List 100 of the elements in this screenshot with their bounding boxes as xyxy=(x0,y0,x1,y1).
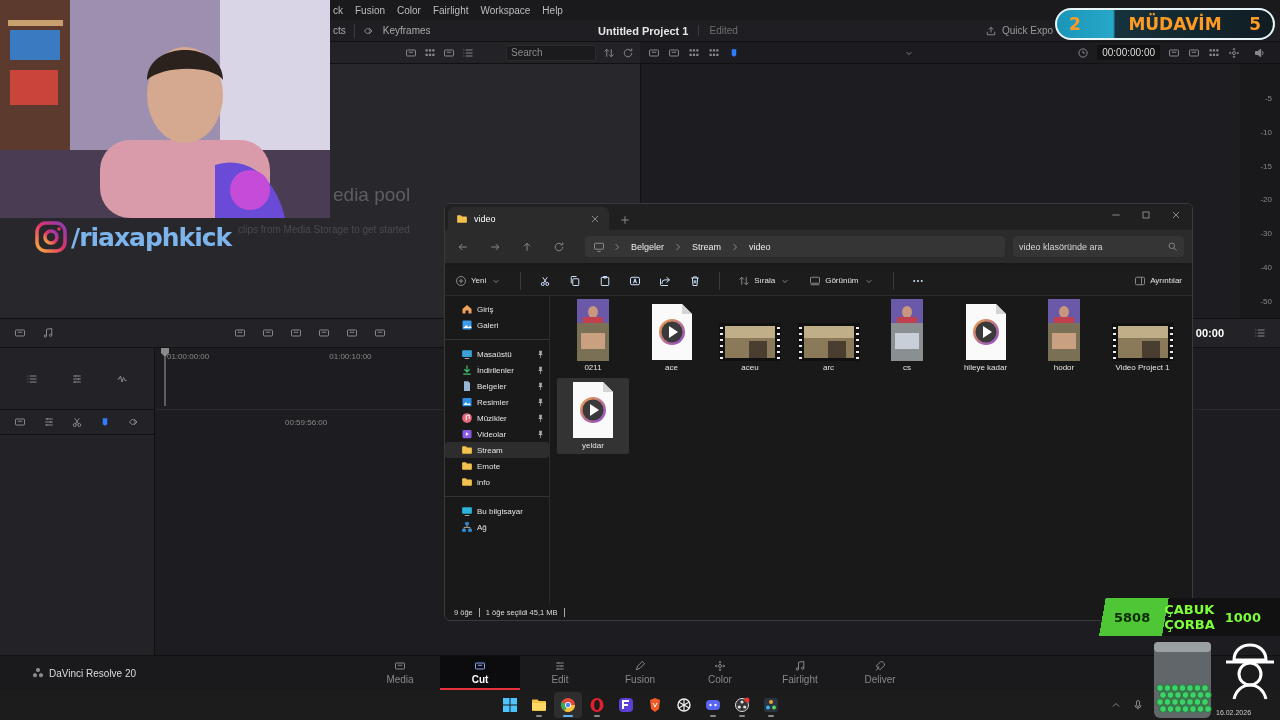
maximize-icon[interactable] xyxy=(1140,209,1152,221)
page-tab[interactable]: Media xyxy=(360,656,440,690)
file-tile[interactable]: aceu xyxy=(714,300,786,376)
command-button[interactable]: Sırala xyxy=(738,274,792,287)
file-tile[interactable]: yeldar xyxy=(557,378,629,454)
video-file-icon xyxy=(649,303,694,361)
split-icon[interactable] xyxy=(42,416,55,428)
frame-icon[interactable] xyxy=(668,46,680,59)
sidebar-item[interactable]: Ağ xyxy=(445,519,549,535)
sync-icon[interactable] xyxy=(622,46,634,59)
thumbnail-view-icon[interactable] xyxy=(405,46,417,59)
edit-tool-icon[interactable] xyxy=(234,327,246,339)
sliders-icon[interactable] xyxy=(71,372,83,385)
clock-icon xyxy=(1077,46,1090,59)
sidebar-item[interactable]: Emote xyxy=(445,458,549,474)
breadcrumb[interactable]: Belgeler xyxy=(629,241,667,252)
file-tile[interactable]: Video Project 1 xyxy=(1106,300,1179,376)
strip-view-icon[interactable] xyxy=(443,46,455,59)
refresh-icon[interactable] xyxy=(553,240,565,253)
grid-icon[interactable] xyxy=(688,46,700,59)
file-tile[interactable]: hodor xyxy=(1028,300,1100,376)
toolbar-tab[interactable]: cts xyxy=(333,25,346,36)
pen-icon xyxy=(634,659,646,672)
keyframes-icon[interactable] xyxy=(127,416,140,428)
page-tab[interactable]: Deliver xyxy=(840,656,920,690)
taskbar-button[interactable] xyxy=(553,692,582,718)
breadcrumb[interactable]: Stream xyxy=(690,241,724,252)
sidebar-item[interactable]: Masaüstü xyxy=(445,346,549,362)
speaker-icon[interactable] xyxy=(1254,46,1266,59)
page-tab[interactable]: Color xyxy=(680,656,760,690)
page-tab[interactable]: Edit xyxy=(520,656,600,690)
copy-icon[interactable] xyxy=(569,274,582,287)
address-bar[interactable]: Belgeler Stream video xyxy=(585,236,1005,257)
close-icon[interactable] xyxy=(1170,209,1182,221)
sidebar-item[interactable]: Videolar xyxy=(445,426,549,442)
grid-icon[interactable] xyxy=(424,46,436,59)
sidebar-item[interactable]: Bu bilgisayar xyxy=(445,503,549,519)
edit-tool-icon[interactable] xyxy=(290,327,302,339)
search-field[interactable]: Search xyxy=(506,44,596,61)
app-name: DaVinci Resolve 20 xyxy=(49,667,137,679)
insert-clip-icon[interactable] xyxy=(14,327,26,339)
sidebar-item[interactable]: Stream xyxy=(445,442,549,458)
color-wheel-icon[interactable] xyxy=(1228,46,1240,59)
project-status: Edited xyxy=(698,25,738,36)
new-tab-icon[interactable] xyxy=(619,214,631,226)
menu-item[interactable]: Fairlight xyxy=(432,4,469,16)
edit-tool-icon[interactable] xyxy=(262,327,274,339)
up-arrow-icon[interactable] xyxy=(521,240,533,253)
sidebar-item[interactable]: Belgeler xyxy=(445,378,549,394)
sidebar-item[interactable]: Galeri xyxy=(445,317,549,333)
upload-icon[interactable] xyxy=(985,24,997,37)
share-icon[interactable] xyxy=(659,274,672,287)
file-tile[interactable]: ace xyxy=(635,300,708,376)
menu-item[interactable]: Help xyxy=(542,4,563,16)
file-tile[interactable]: hileye kadar xyxy=(949,300,1022,376)
clipboard-icon[interactable] xyxy=(599,274,612,287)
search-field[interactable]: video klasöründe ara xyxy=(1013,236,1184,257)
menu-item[interactable]: Workspace xyxy=(480,4,531,16)
window-tab[interactable]: video xyxy=(448,207,609,230)
file-tile[interactable]: arc xyxy=(792,300,865,376)
command-button[interactable]: Yeni xyxy=(455,274,503,287)
edit-tool-icon[interactable] xyxy=(374,327,386,339)
channel-handle: /riaxaphkick xyxy=(71,222,232,252)
audio-insert-icon[interactable] xyxy=(42,327,54,339)
breadcrumb[interactable]: video xyxy=(747,241,773,252)
edit-tool-icon[interactable] xyxy=(318,327,330,339)
file-tile[interactable]: cs xyxy=(871,300,943,376)
toolbar-tab[interactable]: Quick Expo xyxy=(1002,25,1054,36)
frame-icon[interactable] xyxy=(648,46,660,59)
frame-icon[interactable] xyxy=(1168,46,1180,59)
menu-item[interactable]: Color xyxy=(397,4,421,16)
grid-icon[interactable] xyxy=(708,46,720,59)
frame-icon[interactable] xyxy=(1188,46,1200,59)
toolbar-tab[interactable]: Keyframes xyxy=(382,25,431,36)
microphone-icon[interactable] xyxy=(1132,699,1144,711)
scissors-icon[interactable] xyxy=(539,274,552,287)
file-name: yeldar xyxy=(582,441,604,450)
clip-icon xyxy=(474,659,486,672)
grid-icon[interactable] xyxy=(1208,46,1220,59)
file-tile[interactable]: 0211 xyxy=(557,300,629,376)
sort-icon[interactable] xyxy=(603,46,615,59)
page-tab[interactable]: Fusion xyxy=(600,656,680,690)
menu-item[interactable]: Fusion xyxy=(355,4,385,16)
sidebar-item[interactable]: Müzikler xyxy=(445,410,549,426)
page-tab[interactable]: Fairlight xyxy=(760,656,840,690)
edit-tool-icon[interactable] xyxy=(346,327,358,339)
sidebar-item[interactable]: İndirilenler xyxy=(445,362,549,378)
menu-item[interactable]: ck xyxy=(333,4,343,16)
command-button[interactable]: Ayrıntılar xyxy=(1134,274,1182,287)
frame-icon[interactable] xyxy=(14,416,27,428)
camera-logo-icon xyxy=(35,221,67,253)
trash-icon[interactable] xyxy=(689,274,702,287)
sidebar-item[interactable]: info xyxy=(445,474,549,490)
sidebar-item[interactable]: Giriş xyxy=(445,301,549,317)
rename-icon[interactable] xyxy=(629,274,642,287)
page-tab[interactable]: Cut xyxy=(440,656,520,690)
meter-scale-label: -40 xyxy=(1260,263,1272,273)
video-file-icon xyxy=(963,303,1008,361)
command-button[interactable]: Görünüm xyxy=(809,274,875,287)
sidebar-item[interactable]: Resimler xyxy=(445,394,549,410)
